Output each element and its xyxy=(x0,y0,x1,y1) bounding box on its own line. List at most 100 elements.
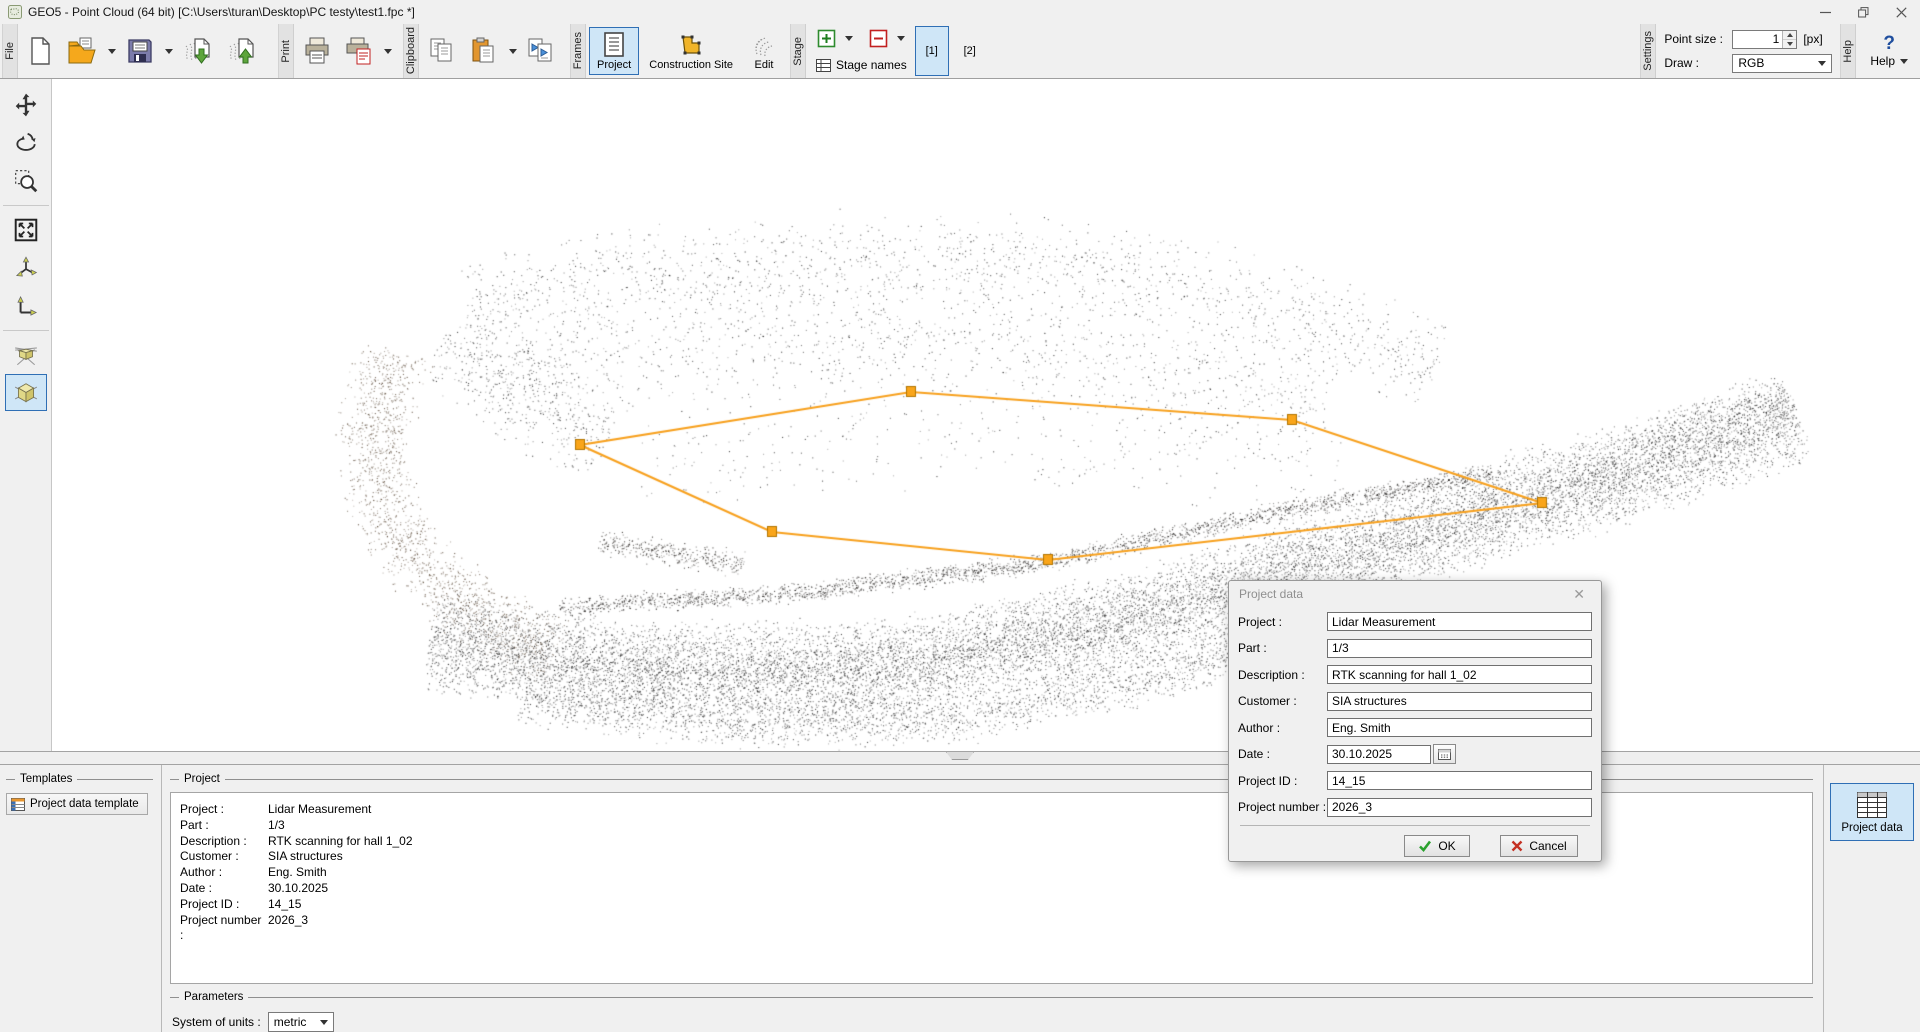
new-file-button[interactable] xyxy=(21,27,59,75)
remove-stage-dropdown[interactable] xyxy=(894,35,907,42)
frame-project-label: Project xyxy=(597,59,631,71)
draw-mode-select[interactable]: RGB xyxy=(1732,54,1832,73)
frame-edit-label: Edit xyxy=(755,59,774,71)
point-size-unit: [px] xyxy=(1803,32,1822,46)
fit-to-view-button[interactable] xyxy=(5,211,47,248)
view-tool-sidebar xyxy=(0,79,52,751)
dialog-field-row: Part : xyxy=(1238,638,1592,659)
frame-project-button[interactable]: Project xyxy=(589,27,639,75)
remove-stage-icon xyxy=(869,29,888,48)
axes-2d-icon xyxy=(13,293,39,319)
sidebar-separator xyxy=(3,330,49,331)
print-button[interactable] xyxy=(297,27,337,75)
new-file-icon xyxy=(26,36,54,66)
arrow-up-icon xyxy=(1787,33,1793,37)
open-file-button[interactable] xyxy=(61,27,103,75)
calendar-icon xyxy=(1438,748,1451,760)
project-number-field[interactable] xyxy=(1327,798,1592,817)
frame-construction-site-button[interactable]: Construction Site xyxy=(641,27,741,75)
author-field[interactable] xyxy=(1327,718,1592,737)
stage-names-button[interactable]: Stage names xyxy=(814,57,909,73)
stage-tab-1[interactable]: [1] xyxy=(915,26,949,76)
description-field[interactable] xyxy=(1327,665,1592,684)
window-title: GEO5 - Point Cloud (64 bit) [C:\Users\tu… xyxy=(28,5,415,19)
point-cloud-canvas[interactable] xyxy=(52,79,1920,752)
chevron-down-icon xyxy=(108,49,116,54)
print-preview-dropdown[interactable] xyxy=(381,27,394,75)
project-data-button-label: Project data xyxy=(1841,822,1902,834)
clipboard-group-label: Clipboard xyxy=(403,24,419,78)
project-data-template-button[interactable]: Project data template xyxy=(6,793,148,815)
print-preview-button[interactable] xyxy=(339,27,379,75)
part-field[interactable] xyxy=(1327,639,1592,658)
project-data-dialog: Project data ✕ Project : Part : Descript… xyxy=(1228,580,1602,862)
paste-button[interactable] xyxy=(464,27,504,75)
splitter-grip[interactable] xyxy=(946,752,974,760)
restore-button[interactable] xyxy=(1844,0,1882,24)
copy-button[interactable] xyxy=(422,27,462,75)
pan-tool-button[interactable] xyxy=(5,86,47,123)
dialog-close-button[interactable]: ✕ xyxy=(1567,586,1591,602)
draw-mode-value: RGB xyxy=(1738,56,1764,70)
date-field[interactable] xyxy=(1327,745,1431,764)
stage-tab-2[interactable]: [2] xyxy=(953,26,987,76)
summary-row: Project ID :14_15 xyxy=(180,897,1812,913)
view-axonometry-button[interactable] xyxy=(5,374,47,411)
ok-button[interactable]: OK xyxy=(1404,835,1470,857)
stage-controls: Stage names xyxy=(808,24,913,78)
add-stage-dropdown[interactable] xyxy=(842,35,855,42)
dialog-field-row: Project ID : xyxy=(1238,770,1592,791)
help-control[interactable]: ? Help xyxy=(1858,24,1920,78)
chevron-down-icon xyxy=(320,1020,328,1025)
stage-group-label: Stage xyxy=(790,24,806,78)
dialog-title-bar[interactable]: Project data ✕ xyxy=(1229,581,1601,607)
project-id-field[interactable] xyxy=(1327,771,1592,790)
chevron-down-icon xyxy=(845,36,853,41)
templates-column: Templates Project data template xyxy=(0,765,162,1032)
add-stage-button[interactable] xyxy=(814,28,839,49)
frames-group-label: Frames xyxy=(570,24,586,78)
x-icon xyxy=(1511,840,1523,852)
point-size-stepper xyxy=(1732,30,1797,49)
summary-row: Project number :2026_3 xyxy=(180,913,1812,945)
project-data-template-label: Project data template xyxy=(30,798,139,810)
project-data-table-icon xyxy=(1855,791,1889,819)
cancel-button[interactable]: Cancel xyxy=(1500,835,1578,857)
copy-picture-button[interactable] xyxy=(521,27,561,75)
parameters-group-label: Parameters xyxy=(170,991,1813,1003)
zoom-window-button[interactable] xyxy=(5,162,47,199)
summary-row: Author :Eng. Smith xyxy=(180,865,1812,881)
open-file-dropdown[interactable] xyxy=(105,27,118,75)
chevron-down-icon xyxy=(384,49,392,54)
copy-picture-icon xyxy=(526,36,556,66)
export-point-cloud-button[interactable] xyxy=(221,27,263,75)
paste-dropdown[interactable] xyxy=(506,27,519,75)
remove-stage-button[interactable] xyxy=(866,28,891,49)
templates-group-label: Templates xyxy=(6,773,153,785)
panel-splitter[interactable] xyxy=(0,751,1920,765)
save-file-button[interactable] xyxy=(120,27,160,75)
project-field[interactable] xyxy=(1327,612,1592,631)
import-point-cloud-icon xyxy=(182,36,214,66)
point-size-input[interactable] xyxy=(1733,31,1782,48)
import-point-cloud-button[interactable] xyxy=(177,27,219,75)
units-select[interactable]: metric xyxy=(268,1012,334,1032)
minimize-button[interactable] xyxy=(1806,0,1844,24)
frame-edit-button[interactable]: Edit xyxy=(743,27,785,75)
save-file-dropdown[interactable] xyxy=(162,27,175,75)
point-size-down-button[interactable] xyxy=(1783,40,1796,48)
print-icon xyxy=(302,36,332,66)
project-data-button[interactable]: Project data xyxy=(1830,783,1914,841)
point-size-up-button[interactable] xyxy=(1783,31,1796,40)
plan-view-axes-button[interactable] xyxy=(5,287,47,324)
print-group-label: Print xyxy=(278,24,294,78)
close-button[interactable] xyxy=(1882,0,1920,24)
rotate-view-button[interactable] xyxy=(5,124,47,161)
axonometry-axes-button[interactable] xyxy=(5,249,47,286)
chevron-down-icon xyxy=(509,49,517,54)
sidebar-separator xyxy=(3,205,49,206)
settings-group-label: Settings xyxy=(1640,24,1656,78)
view-flat-projection-button[interactable] xyxy=(5,336,47,373)
customer-field[interactable] xyxy=(1327,692,1592,711)
calendar-button[interactable] xyxy=(1433,744,1456,764)
